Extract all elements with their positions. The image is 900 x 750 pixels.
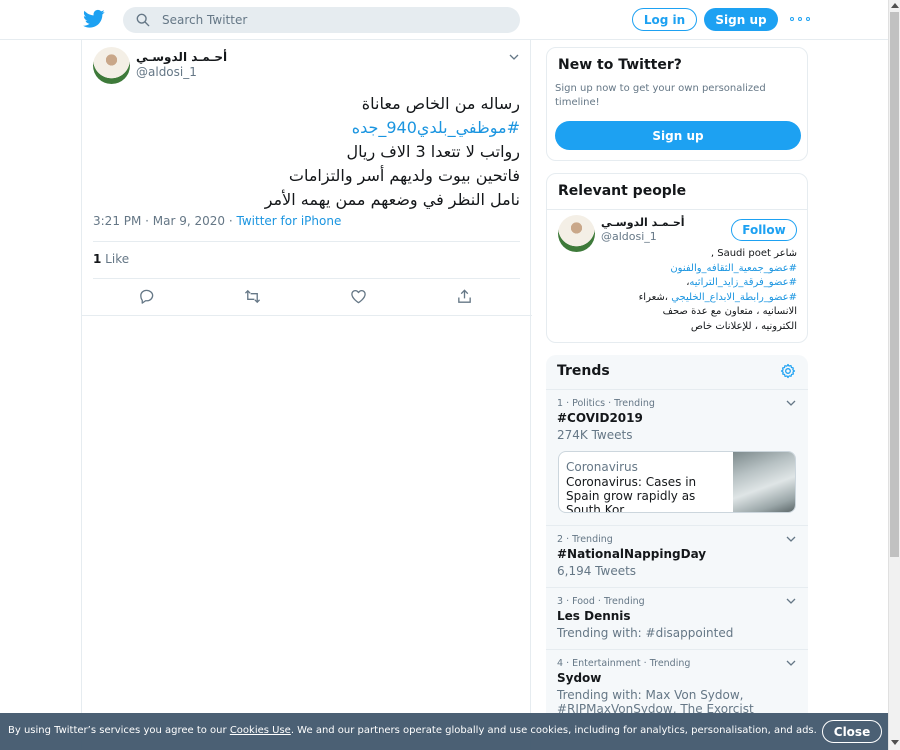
news-headline[interactable]: Coronavirus: Cases in Spain grow rapidly… (566, 475, 726, 512)
tweet-text: رساله من الخاص معاناة #موظفي_بلدي940_جده… (94, 92, 520, 212)
relevant-people-card: Relevant people أحـمـد الدوسـي @aldosi_1… (546, 173, 808, 343)
trend-item[interactable]: 3 · Food · Trending Les Dennis Trending … (546, 587, 808, 649)
like-count-label: Like (101, 252, 130, 266)
reply-icon[interactable] (138, 288, 155, 305)
bio-hashtag-link[interactable]: #عضو_رابطة_الابداع_الخليجي (671, 292, 797, 303)
cookie-text-before: By using Twitter’s services you agree to… (8, 725, 230, 736)
trend-name[interactable]: Les Dennis (557, 609, 631, 623)
search-input[interactable] (162, 13, 502, 27)
card-title: Relevant people (558, 183, 687, 199)
person-handle[interactable]: @aldosi_1 (601, 230, 657, 243)
tweet-line: رساله من الخاص معاناة (361, 94, 520, 113)
heart-icon[interactable] (350, 288, 367, 305)
like-count[interactable]: 1 Like (93, 252, 129, 266)
card-title: Trends (557, 363, 610, 379)
tweet-metadata: 3:21 PM · Mar 9, 2020 · Twitter for iPho… (93, 214, 341, 228)
tweet-hashtag-link[interactable]: #موظفي_بلدي940_جده (94, 116, 520, 140)
chevron-down-icon[interactable] (509, 54, 519, 60)
divider (93, 241, 520, 242)
signup-button[interactable]: Sign up (704, 8, 778, 31)
scrollbar-thumb[interactable] (890, 12, 899, 557)
tweet-author-handle[interactable]: @aldosi_1 (136, 65, 197, 79)
scroll-down-arrow-icon[interactable] (891, 740, 899, 745)
person-name[interactable]: أحـمـد الدوسـي (601, 216, 685, 229)
chevron-down-icon[interactable] (786, 536, 796, 542)
card-description: Sign up now to get your own personalized… (555, 83, 766, 108)
trend-related: Trending with: #disappointed (557, 626, 734, 640)
news-card[interactable]: Coronavirus Coronavirus: Cases in Spain … (558, 451, 796, 513)
page-scrollbar[interactable] (888, 0, 900, 750)
trend-meta: 2 · Trending (557, 534, 613, 545)
share-icon[interactable] (456, 288, 473, 305)
trend-item[interactable]: 2 · Trending #NationalNappingDay 6,194 T… (546, 525, 808, 587)
trends-card: Trends 1 · Politics · Trending #COVID201… (546, 355, 808, 750)
avatar[interactable] (93, 47, 130, 84)
bio-line: الكترونيه ، للإعلانات خاص (690, 320, 797, 332)
divider (93, 278, 520, 279)
trend-name[interactable]: #NationalNappingDay (557, 547, 706, 561)
trend-meta: 4 · Entertainment · Trending (557, 658, 691, 669)
bio-line: شاعر Saudi poet , (710, 248, 797, 259)
bio-hashtag-link[interactable]: #عضو_جمعية_الثقافه_والفنون (555, 262, 797, 277)
tweet-actions (82, 286, 532, 308)
trend-related: Trending with: Max Von Sydow, #RIPMaxVon… (557, 688, 754, 716)
sidebar-signup-button[interactable]: Sign up (555, 121, 801, 150)
divider (547, 209, 807, 210)
cookie-consent-bar: By using Twitter’s services you agree to… (0, 713, 888, 750)
tweet-line: نامل النظر في وضعهم ممن يهمه الأمر (264, 190, 520, 209)
follow-button[interactable]: Follow (731, 219, 797, 241)
main-column: أحـمـد الدوسـي @aldosi_1 رساله من الخاص … (81, 40, 532, 750)
login-button[interactable]: Log in (632, 8, 697, 31)
twitter-logo-icon[interactable] (83, 9, 105, 29)
trend-tweet-count: 6,194 Tweets (557, 564, 637, 578)
search-box[interactable] (123, 7, 520, 33)
scroll-up-arrow-icon[interactable] (891, 3, 899, 8)
tweet: أحـمـد الدوسـي @aldosi_1 رساله من الخاص … (82, 40, 532, 316)
trend-meta: 1 · Politics · Trending (557, 398, 655, 409)
tweet-source-link[interactable]: Twitter for iPhone (237, 214, 342, 228)
trend-name[interactable]: Sydow (557, 671, 601, 685)
tweet-timestamp[interactable]: 3:21 PM · Mar 9, 2020 · (93, 214, 237, 228)
top-navbar: Log in Sign up (0, 0, 888, 40)
person-bio: شاعر Saudi poet , #عضو_جمعية_الثقافه_وال… (555, 247, 797, 334)
news-category: Coronavirus (566, 460, 638, 474)
cookie-text-after: . We and our partners operate globally a… (290, 725, 817, 736)
cookie-close-button[interactable]: Close (822, 720, 882, 743)
gear-icon[interactable] (780, 363, 796, 379)
tweet-author-name[interactable]: أحـمـد الدوسـي (136, 50, 227, 64)
card-title: New to Twitter? (558, 57, 682, 73)
chevron-down-icon[interactable] (786, 598, 796, 604)
trend-tweet-count: 274K Tweets (557, 428, 633, 442)
chevron-down-icon[interactable] (786, 400, 796, 406)
tweet-line: فاتحين بيوت ولديهم أسر والتزامات (288, 166, 520, 185)
bio-line: الانسانيه ، متعاون مع عدة صحف (662, 306, 797, 317)
news-thumbnail[interactable] (733, 452, 795, 512)
trend-name[interactable]: #COVID2019 (557, 411, 643, 425)
new-to-twitter-card: New to Twitter? Sign up now to get your … (546, 47, 808, 161)
bio-text: ،شعراء (638, 291, 672, 303)
more-options-icon[interactable] (790, 12, 810, 26)
cookies-use-link[interactable]: Cookies Use (230, 725, 291, 736)
trend-item[interactable]: 1 · Politics · Trending #COVID2019 274K … (546, 389, 808, 525)
chevron-down-icon[interactable] (786, 660, 796, 666)
search-icon (136, 13, 150, 27)
tweet-line: رواتب لا تتعدا 3 الاف ريال (346, 142, 521, 161)
bio-hashtag-link[interactable]: #عضو_فرقة_زايد_التراثيه (689, 277, 797, 288)
retweet-icon[interactable] (244, 288, 261, 305)
trend-meta: 3 · Food · Trending (557, 596, 645, 607)
cookie-notice-text: By using Twitter’s services you agree to… (8, 725, 817, 736)
